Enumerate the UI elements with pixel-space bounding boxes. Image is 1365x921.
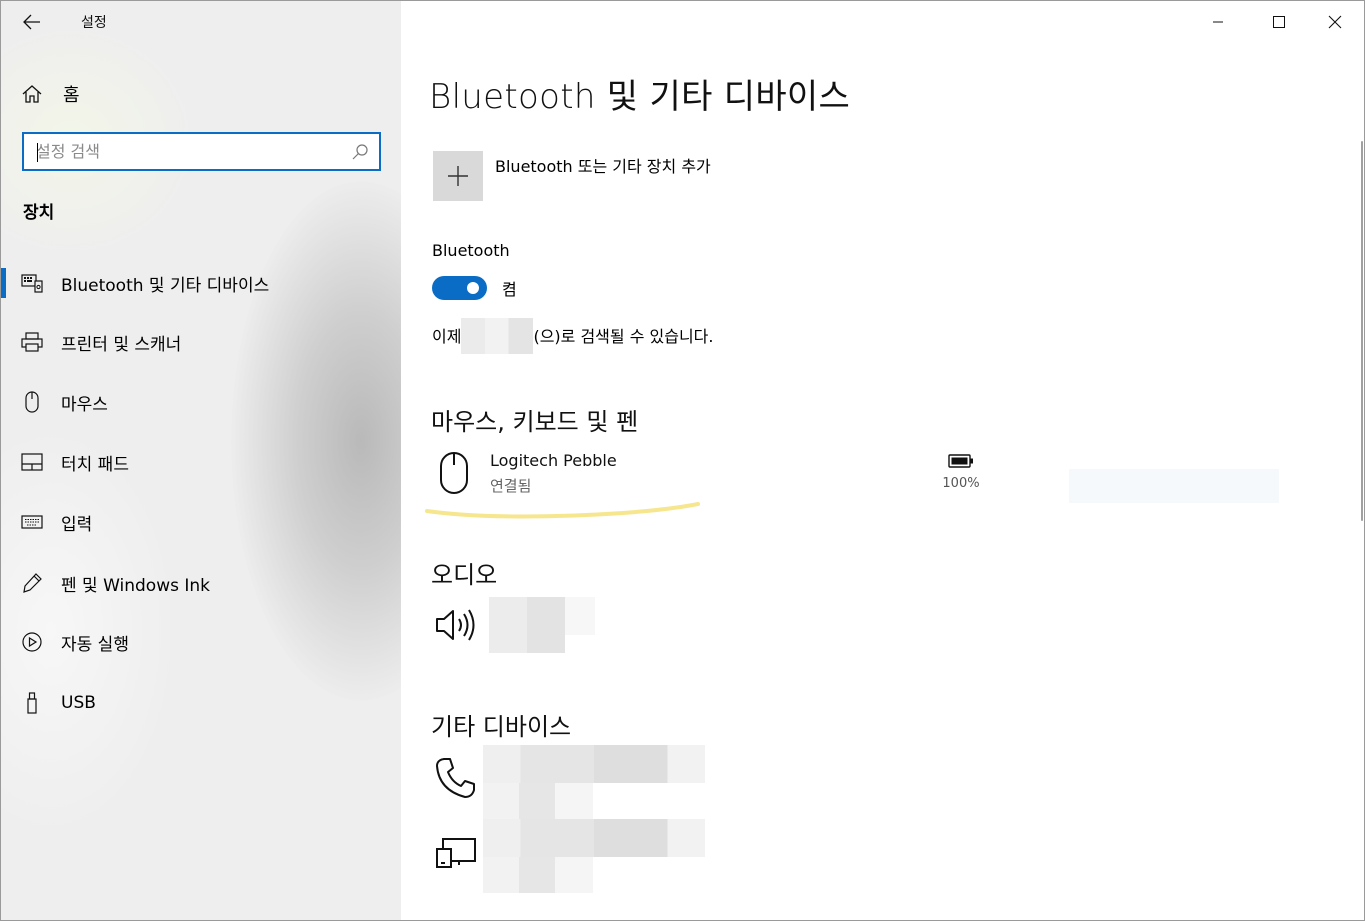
close-button[interactable]	[1313, 7, 1357, 37]
sidebar-item-label: Bluetooth 및 기타 디바이스	[61, 275, 270, 296]
minimize-icon	[1213, 21, 1223, 23]
bluetooth-label: Bluetooth	[432, 241, 510, 260]
speaker-icon	[436, 609, 475, 641]
plus-icon	[448, 166, 468, 186]
battery-percent: 100%	[942, 476, 980, 491]
active-indicator	[1, 268, 6, 298]
sidebar-item-label: 입력	[61, 514, 93, 535]
sidebar-item-label: 자동 실행	[61, 634, 129, 655]
add-device-label[interactable]: Bluetooth 또는 기타 장치 추가	[495, 153, 711, 177]
sidebar-item-typing[interactable]: 입력	[1, 502, 401, 542]
redacted-device-status	[555, 783, 593, 821]
content-pane: Bluetooth 및 기타 디바이스 Bluetooth 또는 기타 장치 추…	[401, 1, 1364, 920]
maximize-button[interactable]	[1257, 7, 1301, 37]
sidebar: 설정 홈 장치 Bluetooth 및 기타 디바이스 프린터 및 스캐너	[1, 1, 401, 920]
keyboard-icon	[21, 511, 43, 533]
scrollbar[interactable]	[1361, 141, 1363, 521]
mouse-icon	[440, 452, 468, 494]
redacted-device-status	[483, 857, 555, 893]
app-title: 설정	[81, 15, 107, 31]
settings-search[interactable]	[22, 132, 381, 171]
sidebar-item-usb[interactable]: USB	[1, 683, 401, 723]
mouse-icon	[21, 391, 43, 413]
sidebar-item-label: 터치 패드	[61, 454, 129, 475]
toggle-state-label: 켬	[502, 280, 517, 299]
sidebar-item-label: 프린터 및 스캐너	[61, 334, 182, 355]
minimize-button[interactable]	[1196, 7, 1240, 37]
battery-icon	[948, 454, 973, 468]
discoverable-suffix: (으)로 검색될 수 있습니다.	[533, 327, 714, 346]
redacted-area	[1069, 469, 1279, 503]
devices-icon	[436, 838, 476, 868]
device-other[interactable]	[431, 819, 751, 895]
search-icon[interactable]	[351, 143, 369, 161]
back-arrow-icon	[23, 14, 40, 30]
device-audio[interactable]	[431, 597, 731, 653]
device-status: 연결됨	[490, 477, 532, 495]
group-heading-other: 기타 디바이스	[431, 713, 572, 741]
section-heading: 장치	[23, 203, 55, 223]
autoplay-icon	[21, 631, 43, 653]
touchpad-icon	[21, 451, 43, 473]
redacted-device-status	[483, 783, 555, 821]
group-heading-audio: 오디오	[431, 561, 498, 589]
device-name: Logitech Pebble	[490, 451, 617, 470]
redacted-device-name	[489, 597, 565, 653]
redacted-device-name	[565, 597, 595, 635]
phone-icon	[436, 758, 475, 798]
toggle-knob	[467, 282, 479, 294]
close-icon	[1328, 15, 1342, 29]
discoverable-prefix: 이제	[432, 327, 462, 346]
sidebar-item-printers[interactable]: 프린터 및 스캐너	[1, 322, 401, 362]
bluetooth-toggle[interactable]	[432, 276, 487, 300]
text-caret	[37, 143, 38, 162]
settings-window: 설정 홈 장치 Bluetooth 및 기타 디바이스 프린터 및 스캐너	[0, 0, 1365, 921]
redacted-device-name	[483, 745, 705, 783]
add-device-button[interactable]	[433, 151, 483, 201]
group-heading-input: 마우스, 키보드 및 펜	[431, 408, 639, 436]
home-label: 홈	[63, 85, 80, 106]
usb-icon	[21, 692, 43, 714]
highlight-underline	[425, 502, 700, 519]
printer-icon	[21, 331, 43, 353]
sidebar-item-bluetooth[interactable]: Bluetooth 및 기타 디바이스	[1, 263, 401, 303]
sidebar-item-mouse[interactable]: 마우스	[1, 382, 401, 422]
discoverable-text: 이제 (으)로 검색될 수 있습니다.	[432, 317, 714, 354]
sidebar-item-touchpad[interactable]: 터치 패드	[1, 442, 401, 482]
device-phone[interactable]	[431, 745, 751, 821]
sidebar-item-label: USB	[61, 693, 96, 713]
sidebar-item-pen[interactable]: 펜 및 Windows Ink	[1, 563, 401, 603]
sidebar-item-autoplay[interactable]: 자동 실행	[1, 622, 401, 662]
redacted-device-name	[483, 819, 705, 857]
page-title: Bluetooth 및 기타 디바이스	[429, 77, 851, 117]
sidebar-item-label: 펜 및 Windows Ink	[61, 575, 211, 596]
redacted-device-status	[555, 857, 593, 893]
search-input[interactable]	[36, 139, 336, 164]
maximize-icon	[1273, 16, 1285, 28]
back-button[interactable]	[15, 7, 49, 37]
redacted-device-name	[461, 317, 534, 354]
bluetooth-devices-icon	[21, 272, 43, 294]
home-icon	[22, 85, 42, 103]
sidebar-item-label: 마우스	[61, 394, 108, 415]
pen-icon	[21, 572, 43, 594]
home-nav[interactable]: 홈	[21, 79, 80, 109]
battery-status: 100%	[941, 453, 981, 491]
